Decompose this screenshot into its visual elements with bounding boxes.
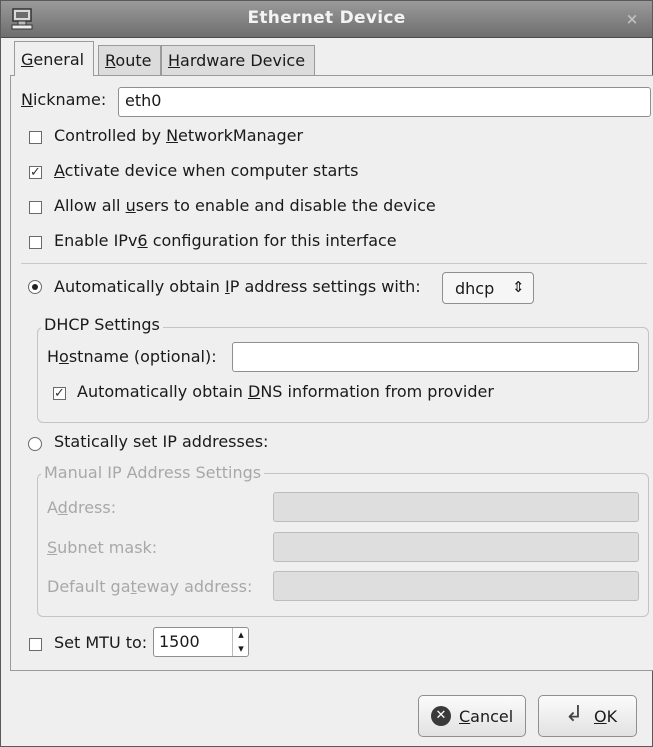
ok-icon: ↲ <box>565 702 584 727</box>
hostname-label: Hostname (optional): <box>47 347 217 366</box>
tab-hardware-label: ardware Device <box>180 51 306 70</box>
auto-dns-label[interactable]: Automatically obtain DNS information fro… <box>77 382 494 401</box>
gateway-input[interactable] <box>273 571 639 601</box>
window-title: Ethernet Device <box>247 8 406 28</box>
ip-method-select[interactable]: dhcp ⇕ <box>442 272 534 304</box>
tab-general[interactable]: General <box>14 41 94 76</box>
spin-down-icon[interactable]: ▾ <box>232 642 249 656</box>
static-ip-label[interactable]: Statically set IP addresses: <box>54 432 268 451</box>
cancel-button[interactable]: ✕ Cancel <box>418 695 526 737</box>
address-input[interactable] <box>273 492 639 522</box>
mtu-spinbutton[interactable]: 1500 ▴ ▾ <box>153 627 249 657</box>
close-icon: × <box>625 10 639 28</box>
chevron-updown-icon: ⇕ <box>512 278 525 296</box>
tab-hardware-mnemonic: H <box>168 51 181 70</box>
mtu-value: 1500 <box>159 632 200 651</box>
dhcp-settings-title: DHCP Settings <box>41 315 163 334</box>
set-mtu-checkbox[interactable] <box>29 638 42 651</box>
address-label: Address: <box>47 498 117 517</box>
general-panel: Nickname: eth0 Controlled by NetworkMana… <box>10 75 653 671</box>
subnet-mask-input[interactable] <box>273 532 639 562</box>
nickname-value: eth0 <box>125 91 162 110</box>
set-mtu-label[interactable]: Set MTU to: <box>54 633 147 652</box>
ethernet-device-dialog: Ethernet Device × General Route Hardware… <box>0 0 653 747</box>
tab-general-label: eneral <box>33 50 85 69</box>
gateway-label: Default gateway address: <box>47 577 253 596</box>
allow-all-users-label[interactable]: Allow all users to enable and disable th… <box>54 196 436 215</box>
activate-on-start-checkbox[interactable]: ✓ <box>29 166 42 179</box>
nickname-label: Nickname: <box>21 90 107 109</box>
nickname-input[interactable]: eth0 <box>118 87 651 117</box>
allow-all-users-checkbox[interactable] <box>29 201 42 214</box>
manual-ip-title: Manual IP Address Settings <box>41 463 265 482</box>
spin-up-icon[interactable]: ▴ <box>232 628 249 642</box>
static-ip-radio[interactable] <box>28 437 42 451</box>
tab-route-label: oute <box>115 51 152 70</box>
hostname-input[interactable] <box>232 342 639 372</box>
auto-ip-radio[interactable] <box>28 280 42 294</box>
activate-on-start-label[interactable]: Activate device when computer starts <box>54 161 358 180</box>
tab-route[interactable]: Route <box>98 45 161 75</box>
tab-hardware-device[interactable]: Hardware Device <box>161 45 315 75</box>
controlled-by-networkmanager-checkbox[interactable] <box>29 131 42 144</box>
cancel-icon: ✕ <box>431 706 451 726</box>
close-button[interactable]: × <box>622 9 642 29</box>
tab-route-mnemonic: R <box>105 51 116 70</box>
cancel-label: Cancel <box>459 707 514 726</box>
tab-general-mnemonic: G <box>21 50 34 69</box>
controlled-by-networkmanager-label[interactable]: Controlled by NetworkManager <box>54 126 303 145</box>
auto-ip-label[interactable]: Automatically obtain IP address settings… <box>54 277 421 296</box>
ok-label: OK <box>594 707 618 726</box>
ip-method-value: dhcp <box>455 279 495 298</box>
separator <box>21 263 647 264</box>
titlebar[interactable]: Ethernet Device × <box>1 1 652 38</box>
enable-ipv6-checkbox[interactable] <box>29 236 42 249</box>
ok-button[interactable]: ↲ OK <box>538 695 637 737</box>
auto-dns-checkbox[interactable]: ✓ <box>53 387 66 400</box>
subnet-mask-label: Subnet mask: <box>47 538 158 557</box>
enable-ipv6-label[interactable]: Enable IPv6 configuration for this inter… <box>54 231 397 250</box>
